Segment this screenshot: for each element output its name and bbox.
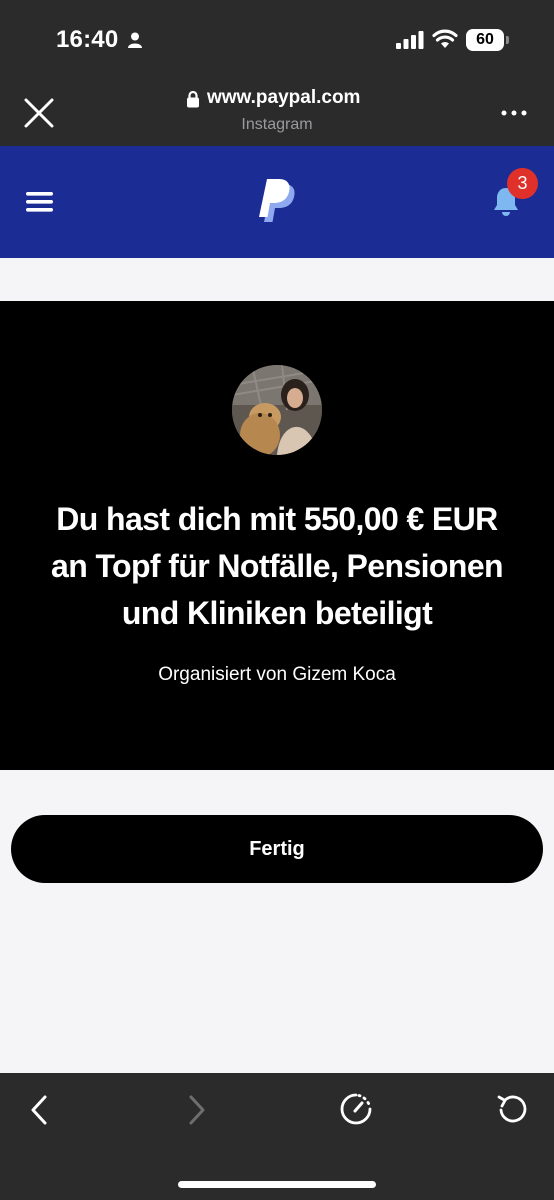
address-bar-url[interactable]: www.paypal.com xyxy=(207,87,360,109)
organizer-avatar xyxy=(232,365,322,455)
organizer-text: Organisiert von Gizem Koca xyxy=(158,664,396,685)
status-time: 16:40 xyxy=(56,26,119,53)
avatar-photo xyxy=(232,365,322,455)
battery-indicator: 60 xyxy=(466,29,510,51)
person-icon xyxy=(128,32,142,48)
more-options-icon[interactable] xyxy=(500,108,528,118)
home-indicator xyxy=(178,1181,376,1188)
headline-line: und Kliniken beteiligt xyxy=(121,595,433,631)
reload-icon[interactable] xyxy=(496,1092,530,1126)
hamburger-menu-icon[interactable] xyxy=(26,191,54,213)
speedometer-icon[interactable] xyxy=(339,1092,373,1126)
lock-icon xyxy=(187,90,199,108)
back-icon[interactable] xyxy=(28,1094,50,1126)
confirmation-headline: Du hast dich mit 550,00 € EUR an Topf fü… xyxy=(20,496,534,637)
done-button[interactable]: Fertig xyxy=(11,815,543,883)
headline-line: an Topf für Notfälle, Pensionen xyxy=(51,548,504,584)
paypal-logo-icon[interactable] xyxy=(258,178,298,226)
headline-line: Du hast dich mit 550,00 € EUR xyxy=(56,501,498,537)
notification-badge: 3 xyxy=(507,168,538,199)
forward-icon[interactable] xyxy=(186,1094,208,1126)
source-app-label: Instagram xyxy=(241,116,313,133)
cellular-signal-icon xyxy=(396,31,424,49)
wifi-icon xyxy=(432,29,458,48)
battery-level: 60 xyxy=(476,31,494,48)
